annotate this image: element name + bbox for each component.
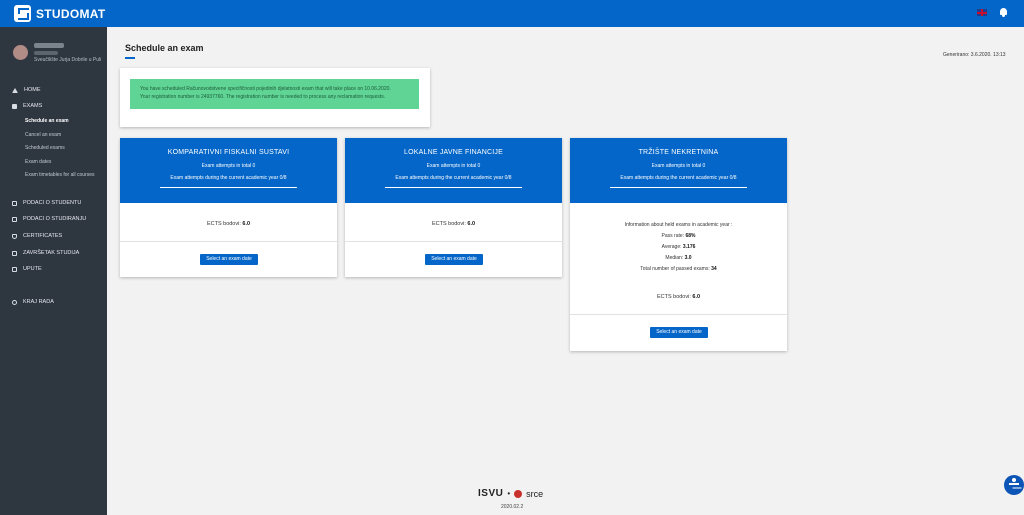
accessibility-icon[interactable]	[1004, 475, 1024, 495]
app-version: 2020.02.2	[501, 504, 524, 510]
sidebar-subitem-schedule-exam[interactable]: Schedule an exam	[25, 118, 103, 125]
card-divider	[570, 314, 787, 315]
title-underline	[125, 57, 135, 59]
instructions-icon	[12, 266, 17, 272]
user-name-blurred	[34, 43, 64, 48]
sidebar-item-label: KRAJ RADA	[23, 299, 54, 305]
course-name: LOKALNE JAVNE FINANCIJE	[404, 149, 503, 156]
exam-info-title: Information about held exams in academic…	[624, 222, 733, 228]
select-exam-date-button[interactable]: Select an exam date	[200, 254, 258, 265]
sidebar-item-exams[interactable]: EXAMS	[12, 103, 42, 109]
sidebar-item-label: UPUTE	[23, 266, 42, 272]
sidebar-subitem-exam-dates[interactable]: Exam dates	[25, 159, 103, 166]
course-card: LOKALNE JAVNE FINANCIJE Exam attempts in…	[345, 138, 562, 277]
avatar	[13, 45, 28, 60]
course-name: KOMPARATIVNI FISKALNI SUSTAVI	[167, 149, 290, 156]
select-exam-date-button[interactable]: Select an exam date	[425, 254, 483, 265]
app-name: STUDOMAT	[36, 6, 106, 21]
course-name: TRŽIŠTE NEKRETNINA	[638, 149, 719, 156]
passed-exams-count: Total number of passed exams: 34	[640, 266, 717, 272]
sidebar-item-label: HOME	[24, 87, 41, 93]
graduation-icon	[12, 250, 17, 256]
student-data-icon	[12, 200, 17, 206]
sidebar-subitem-exam-timetables[interactable]: Exam timetables for all courses	[25, 172, 103, 179]
header-divider	[610, 187, 747, 188]
logo-separator: •	[507, 489, 511, 498]
average-grade: Average: 3.176	[661, 244, 696, 250]
attempts-year: Exam attempts during the current academi…	[170, 175, 287, 181]
exams-icon	[12, 103, 17, 109]
sidebar-subitem-scheduled-exams[interactable]: Scheduled exams	[25, 145, 103, 152]
median-grade: Median: 3.0	[665, 255, 692, 261]
generated-timestamp: Generirano: 3.6.2020. 13:13	[943, 52, 1006, 58]
sidebar-item-label: EXAMS	[23, 103, 43, 109]
header-divider	[160, 187, 297, 188]
sidebar-item-graduation[interactable]: ZAVRŠETAK STUDIJA	[12, 250, 79, 256]
srce-logo: srce	[526, 488, 544, 499]
user-faculty: Sveučilište Jurja Dobrile u Puli	[34, 57, 102, 63]
notice-card: You have scheduled Računovodstvene speci…	[120, 68, 430, 127]
course-card-header: TRŽIŠTE NEKRETNINA Exam attempts in tota…	[570, 138, 787, 203]
top-bar: STUDOMAT	[0, 0, 1024, 27]
select-exam-date-button[interactable]: Select an exam date	[650, 327, 708, 338]
attempts-year: Exam attempts during the current academi…	[395, 175, 512, 181]
card-divider	[120, 241, 337, 242]
certificates-icon	[12, 233, 17, 239]
attempts-total: Exam attempts in total 0	[651, 163, 706, 169]
sidebar-item-student-data[interactable]: PODACI O STUDENTU	[12, 200, 81, 206]
attempts-total: Exam attempts in total 0	[201, 163, 256, 169]
course-card: KOMPARATIVNI FISKALNI SUSTAVI Exam attem…	[120, 138, 337, 277]
attempts-year: Exam attempts during the current academi…	[620, 175, 737, 181]
uk-flag-icon[interactable]	[977, 9, 987, 16]
study-data-icon	[12, 216, 17, 222]
sidebar-item-instructions[interactable]: UPUTE	[12, 266, 42, 272]
studomat-logo-icon	[14, 5, 31, 22]
course-card-header: LOKALNE JAVNE FINANCIJE Exam attempts in…	[345, 138, 562, 203]
sidebar-item-label: PODACI O STUDIRANJU	[23, 216, 87, 222]
footer-logos: ISVU • srce	[478, 488, 543, 499]
sidebar-item-home[interactable]: HOME	[12, 87, 41, 93]
notice-line-1: You have scheduled Računovodstvene speci…	[140, 86, 391, 92]
attempts-total: Exam attempts in total 0	[426, 163, 481, 169]
card-divider	[345, 241, 562, 242]
sidebar-item-label: CERTIFICATES	[23, 233, 63, 239]
ects-points: ECTS bodovi: 6.0	[656, 294, 701, 300]
ects-points: ECTS bodovi: 6.0	[431, 221, 476, 227]
sidebar-item-study-data[interactable]: PODACI O STUDIRANJU	[12, 216, 86, 222]
logout-icon	[12, 299, 17, 305]
user-id-blurred	[34, 51, 58, 55]
bell-icon[interactable]	[999, 8, 1008, 18]
srce-logo-icon	[514, 489, 523, 498]
sidebar-subitem-cancel-exam[interactable]: Cancel an exam	[25, 132, 103, 139]
pass-rate: Pass rate: 68%	[661, 233, 696, 239]
header-divider	[385, 187, 522, 188]
success-notice: You have scheduled Računovodstvene speci…	[130, 79, 419, 109]
home-icon	[12, 87, 18, 93]
course-card-header: KOMPARATIVNI FISKALNI SUSTAVI Exam attem…	[120, 138, 337, 203]
sidebar-item-logout[interactable]: KRAJ RADA	[12, 299, 54, 305]
page-title: Schedule an exam	[125, 43, 204, 53]
sidebar-item-label: ZAVRŠETAK STUDIJA	[23, 250, 80, 256]
ects-points: ECTS bodovi: 6.0	[206, 221, 251, 227]
isvu-logo: ISVU	[478, 488, 504, 499]
notice-line-2: Your registration number is 24937760. Th…	[140, 94, 386, 100]
sidebar-item-label: PODACI O STUDENTU	[23, 200, 82, 206]
studomat-logo[interactable]: STUDOMAT	[14, 5, 106, 22]
course-card: TRŽIŠTE NEKRETNINA Exam attempts in tota…	[570, 138, 787, 351]
sidebar-item-certificates[interactable]: CERTIFICATES	[12, 233, 62, 239]
sidebar: Sveučilište Jurja Dobrile u Puli HOME EX…	[0, 27, 107, 515]
